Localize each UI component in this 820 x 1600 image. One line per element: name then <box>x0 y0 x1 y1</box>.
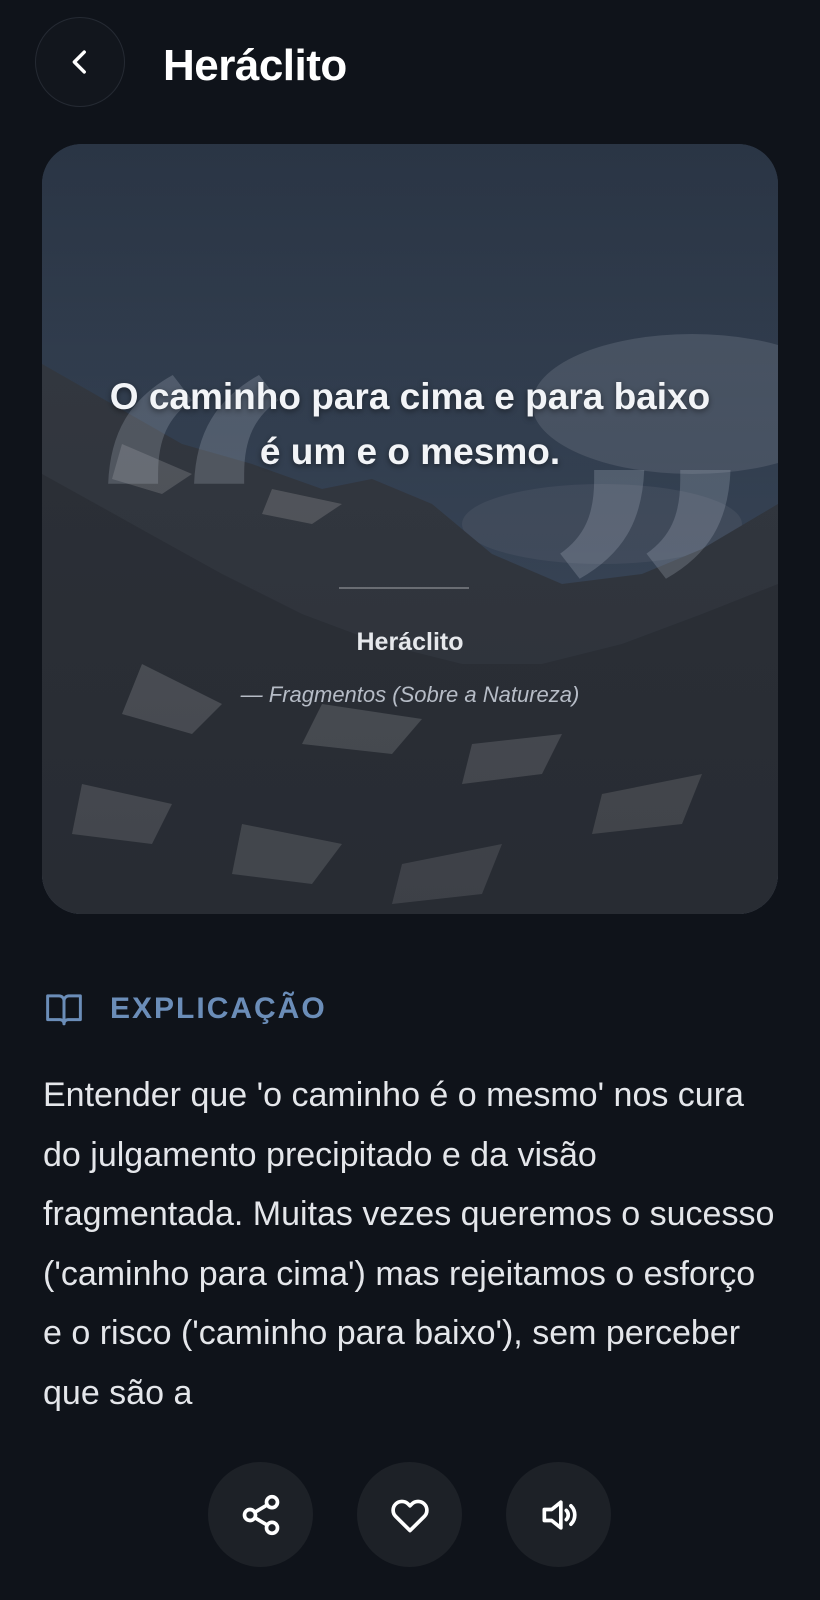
close-quote-icon: ” <box>542 390 761 837</box>
quote-text: O caminho para cima e para baixo é um e … <box>109 376 711 472</box>
open-book-icon <box>46 994 82 1026</box>
page-title: Heráclito <box>163 41 347 90</box>
explanation-header: EXPLICAÇÃO <box>44 991 327 1027</box>
quote-detail-screen: Heráclito “ ” O caminho para cima e para… <box>0 0 820 1600</box>
speaker-icon <box>542 1499 577 1530</box>
listen-button[interactable] <box>506 1462 611 1567</box>
heart-icon <box>390 1499 429 1532</box>
quote-card: “ ” O caminho para cima e para baixo é u… <box>42 144 778 914</box>
explanation-title: EXPLICAÇÃO <box>110 992 327 1025</box>
favorite-button[interactable] <box>357 1462 462 1567</box>
quote-divider <box>339 587 469 589</box>
quote-source: — Fragmentos (Sobre a Natureza) <box>240 682 580 707</box>
explanation-text: Entender que 'o caminho é o mesmo' nos c… <box>43 1076 775 1412</box>
share-icon <box>242 1494 279 1535</box>
chevron-left-icon <box>72 50 86 74</box>
quote-author: Heráclito <box>356 628 464 656</box>
action-bar <box>208 1462 611 1567</box>
back-button[interactable] <box>35 17 125 107</box>
share-button[interactable] <box>208 1462 313 1567</box>
